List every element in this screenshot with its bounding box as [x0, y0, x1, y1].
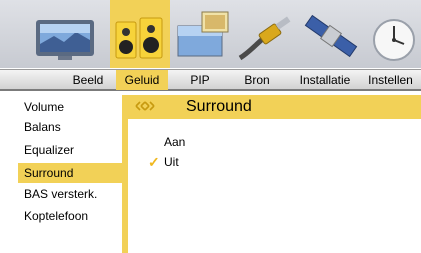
option-label: Aan [164, 135, 186, 149]
speakers-icon[interactable] [110, 0, 170, 68]
surround-sound-icon [134, 99, 156, 118]
menu-item-surround[interactable]: Surround [18, 163, 122, 183]
panel-title: Surround [186, 98, 252, 115]
tv-icon[interactable] [30, 0, 100, 68]
tab-installatie[interactable]: Installatie [294, 70, 356, 90]
tab-bar: Beeld Geluid PIP Bron Installatie Instel… [0, 69, 421, 91]
tab-bron[interactable]: Bron [226, 70, 288, 90]
source-cable-icon[interactable] [234, 0, 300, 68]
tab-geluid[interactable]: Geluid [116, 70, 168, 90]
left-gutter [0, 95, 18, 253]
tab-pip[interactable]: PIP [176, 70, 224, 90]
panel-header: Surround [128, 95, 421, 119]
menu-item-koptelefoon[interactable]: Koptelefoon [18, 206, 122, 226]
option-uit[interactable]: ✓ Uit [128, 153, 248, 171]
checkmark-icon: ✓ [148, 154, 160, 170]
menu-item-equalizer[interactable]: Equalizer [18, 140, 122, 160]
option-aan[interactable]: Aan [128, 133, 248, 151]
tab-instellen[interactable]: Instellen [360, 70, 421, 90]
menu-item-balans[interactable]: Balans [18, 117, 122, 137]
menu-item-bas-versterk[interactable]: BAS versterk. [18, 184, 122, 204]
menu-item-volume[interactable]: Volume [18, 97, 122, 117]
clock-icon[interactable] [362, 0, 421, 68]
satellite-icon[interactable] [300, 0, 362, 68]
pip-icon[interactable] [174, 0, 234, 68]
panel-body: Aan ✓ Uit [128, 119, 421, 253]
option-label: Uit [164, 155, 179, 169]
icon-strip [0, 0, 421, 68]
submenu: Volume Balans Equalizer Surround BAS ver… [18, 95, 122, 253]
tab-beeld[interactable]: Beeld [60, 70, 116, 90]
